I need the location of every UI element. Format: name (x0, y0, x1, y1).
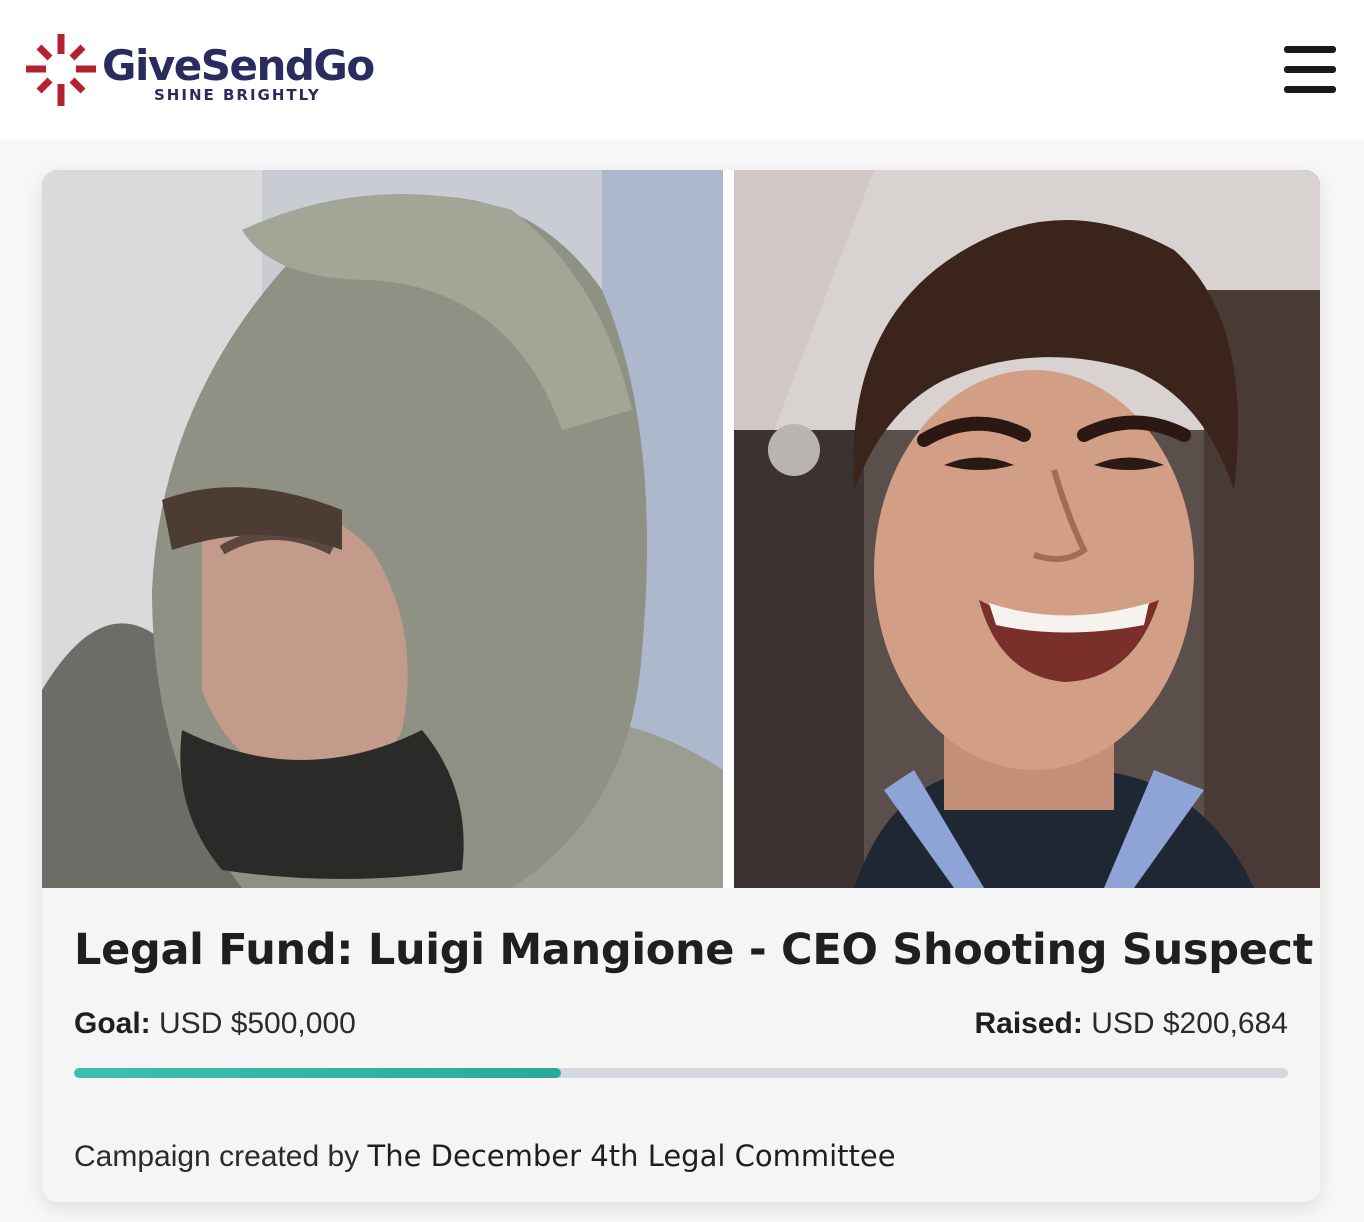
funding-amounts: Goal: USD $500,000 Raised: USD $200,684 (74, 1004, 1288, 1044)
goal-amount: Goal: USD $500,000 (74, 1004, 356, 1044)
creator-name-link[interactable]: The December 4th Legal Committee (368, 1139, 896, 1173)
raised-label: Raised: (974, 1007, 1083, 1040)
smiling-portrait-photo (734, 170, 1320, 888)
hooded-suspect-photo (42, 170, 723, 888)
site-header: GiveSendGo SHINE BRIGHTLY (0, 0, 1364, 140)
raised-value: USD $200,684 (1091, 1007, 1288, 1040)
goal-value: USD $500,000 (159, 1007, 356, 1040)
brand-tagline: SHINE BRIGHTLY (154, 86, 321, 104)
created-by-label: Campaign created by (74, 1140, 360, 1173)
funding-progress-bar (74, 1068, 1288, 1078)
campaign-hero-image (42, 170, 1320, 888)
photo-divider (723, 170, 734, 888)
campaign-details: Legal Fund: Luigi Mangione - CEO Shootin… (74, 920, 1313, 1177)
campaign-card: Legal Fund: Luigi Mangione - CEO Shootin… (42, 170, 1320, 1202)
brand-name: GiveSendGo (102, 41, 375, 90)
starburst-logo-icon (26, 34, 96, 106)
givesendgo-logo[interactable]: GiveSendGo SHINE BRIGHTLY (24, 30, 404, 110)
raised-amount: Raised: USD $200,684 (974, 1004, 1288, 1044)
funding-progress-fill (74, 1068, 562, 1078)
campaign-creator: Campaign created by The December 4th Leg… (74, 1136, 1288, 1177)
campaign-title[interactable]: Legal Fund: Luigi Mangione - CEO Shootin… (74, 920, 1313, 980)
hamburger-menu-icon[interactable] (1282, 44, 1338, 96)
goal-label: Goal: (74, 1007, 151, 1040)
